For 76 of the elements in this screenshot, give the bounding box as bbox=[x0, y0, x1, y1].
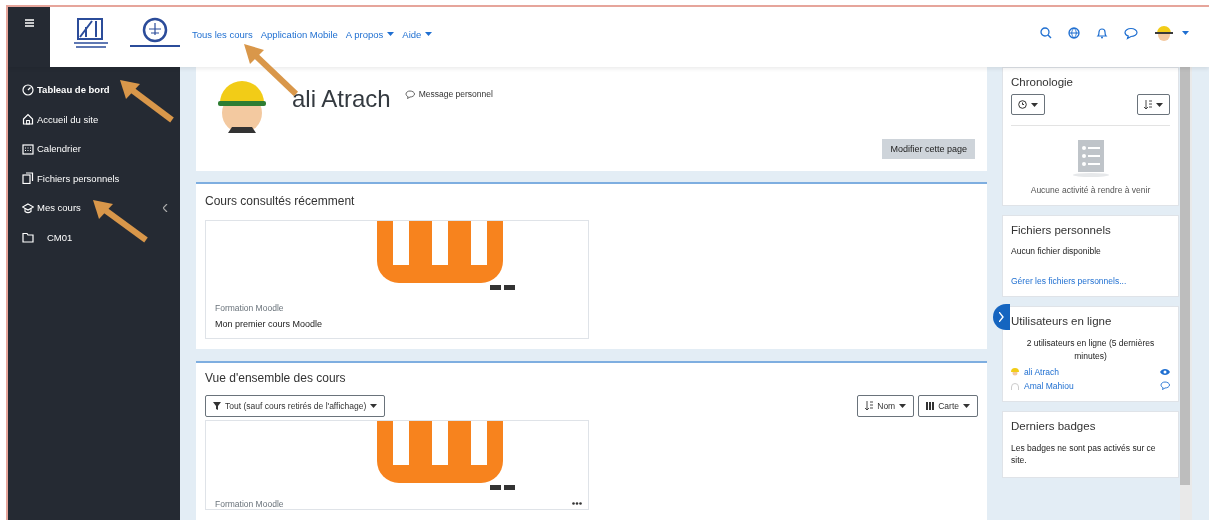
block-title: Derniers badges bbox=[1011, 419, 1097, 432]
manage-files-link[interactable]: Gérer les fichiers personnels... bbox=[1011, 276, 1127, 286]
course-name: Mon premier cours Moodle bbox=[215, 319, 324, 331]
sidebar-item[interactable]: CM01 bbox=[22, 222, 180, 252]
faculty-logo[interactable] bbox=[130, 17, 180, 49]
files-icon bbox=[22, 172, 34, 185]
course-card[interactable]: Formation Moodle bbox=[205, 420, 589, 510]
folder-icon bbox=[22, 231, 34, 244]
chat-bubble-icon[interactable] bbox=[1124, 26, 1138, 40]
chat-bubble-icon[interactable] bbox=[1160, 381, 1170, 390]
caret-icon bbox=[370, 404, 378, 408]
university-logo[interactable] bbox=[72, 17, 110, 49]
view-dropdown[interactable]: Carte bbox=[918, 395, 978, 417]
caret-icon bbox=[1031, 102, 1038, 107]
calendar-icon bbox=[22, 142, 34, 155]
caret-icon bbox=[1156, 102, 1163, 107]
sort-dropdown[interactable]: Nom bbox=[857, 395, 915, 417]
sort-dropdown[interactable] bbox=[1137, 94, 1170, 115]
gauge-icon bbox=[22, 83, 34, 96]
empty-message: Aucune activité à rendre à venir bbox=[1029, 185, 1152, 195]
columns-icon bbox=[926, 402, 935, 410]
sidebar-item[interactable]: Fichiers personnels bbox=[22, 163, 180, 193]
checklist-icon bbox=[1072, 140, 1109, 177]
caret-icon bbox=[899, 404, 907, 408]
section-title: Cours consultés récemment bbox=[205, 194, 356, 208]
edit-page-button[interactable]: Modifier cette page bbox=[882, 139, 975, 159]
course-category: Formation Moodle bbox=[215, 303, 285, 313]
block-text: Aucun fichier disponible bbox=[1011, 246, 1102, 256]
sidebar-item[interactable]: Tableau de bord bbox=[22, 75, 180, 105]
clock-icon bbox=[1018, 100, 1027, 109]
date-filter-dropdown[interactable] bbox=[1011, 94, 1045, 115]
block-text: Les badges ne sont pas activés sur ce site. bbox=[1011, 441, 1157, 467]
section-title: Vue d'ensemble des cours bbox=[205, 371, 347, 385]
caret-icon bbox=[963, 404, 970, 408]
bell-icon[interactable] bbox=[1096, 27, 1108, 39]
user-avatar bbox=[1011, 367, 1019, 376]
nav-link[interactable]: A propos bbox=[345, 28, 395, 40]
message-link[interactable]: Message personnel bbox=[404, 89, 493, 99]
sort-icon bbox=[1144, 99, 1152, 110]
menu-icon[interactable] bbox=[24, 19, 34, 27]
graduation-cap-icon bbox=[22, 201, 34, 214]
block-title: Fichiers personnels bbox=[1011, 224, 1112, 236]
filter-icon bbox=[213, 402, 221, 410]
course-card[interactable]: Formation Moodle Mon premier cours Moodle bbox=[205, 220, 589, 339]
user-link[interactable]: Amal Mahiou bbox=[1024, 380, 1155, 391]
sidebar-item[interactable]: Accueil du site bbox=[22, 104, 180, 134]
chat-bubble-icon bbox=[404, 89, 415, 99]
annotation-arrow bbox=[120, 80, 174, 123]
annotation-arrow bbox=[93, 200, 148, 243]
nav-link[interactable]: Application Mobile bbox=[260, 28, 338, 40]
scrollbar[interactable] bbox=[1180, 67, 1192, 520]
course-category: Formation Moodle bbox=[215, 499, 284, 509]
nav-link[interactable]: Aide bbox=[402, 28, 433, 40]
user-link[interactable]: ali Atrach bbox=[1024, 366, 1155, 377]
home-icon bbox=[22, 113, 34, 126]
user-avatar bbox=[1011, 381, 1019, 390]
globe-icon[interactable] bbox=[1068, 27, 1080, 39]
caret-icon bbox=[425, 32, 433, 36]
user-avatar[interactable] bbox=[1154, 23, 1174, 43]
block-text: 2 utilisateurs en ligne (5 dernières minutes) bbox=[1025, 337, 1156, 363]
drawer-toggle-button[interactable] bbox=[993, 304, 1010, 330]
sidebar-item[interactable]: Calendrier bbox=[22, 134, 180, 164]
caret-icon bbox=[387, 32, 395, 36]
nav-link[interactable]: Tous les cours bbox=[192, 28, 253, 40]
chevron-icon[interactable] bbox=[163, 203, 168, 212]
sidebar-item[interactable]: Mes cours bbox=[22, 193, 180, 223]
eye-icon[interactable] bbox=[1160, 367, 1170, 376]
filter-dropdown[interactable]: Tout (sauf cours retirés de l'affichage) bbox=[205, 395, 386, 417]
block-title: Chronologie bbox=[1011, 76, 1074, 88]
chevron-icon bbox=[999, 312, 1004, 322]
more-options-icon[interactable] bbox=[572, 502, 582, 505]
sort-icon bbox=[865, 401, 874, 411]
caret-icon[interactable] bbox=[1182, 31, 1189, 35]
search-icon[interactable] bbox=[1040, 27, 1052, 39]
profile-name: ali Atrach bbox=[292, 87, 391, 114]
block-title: Utilisateurs en ligne bbox=[1011, 315, 1113, 327]
